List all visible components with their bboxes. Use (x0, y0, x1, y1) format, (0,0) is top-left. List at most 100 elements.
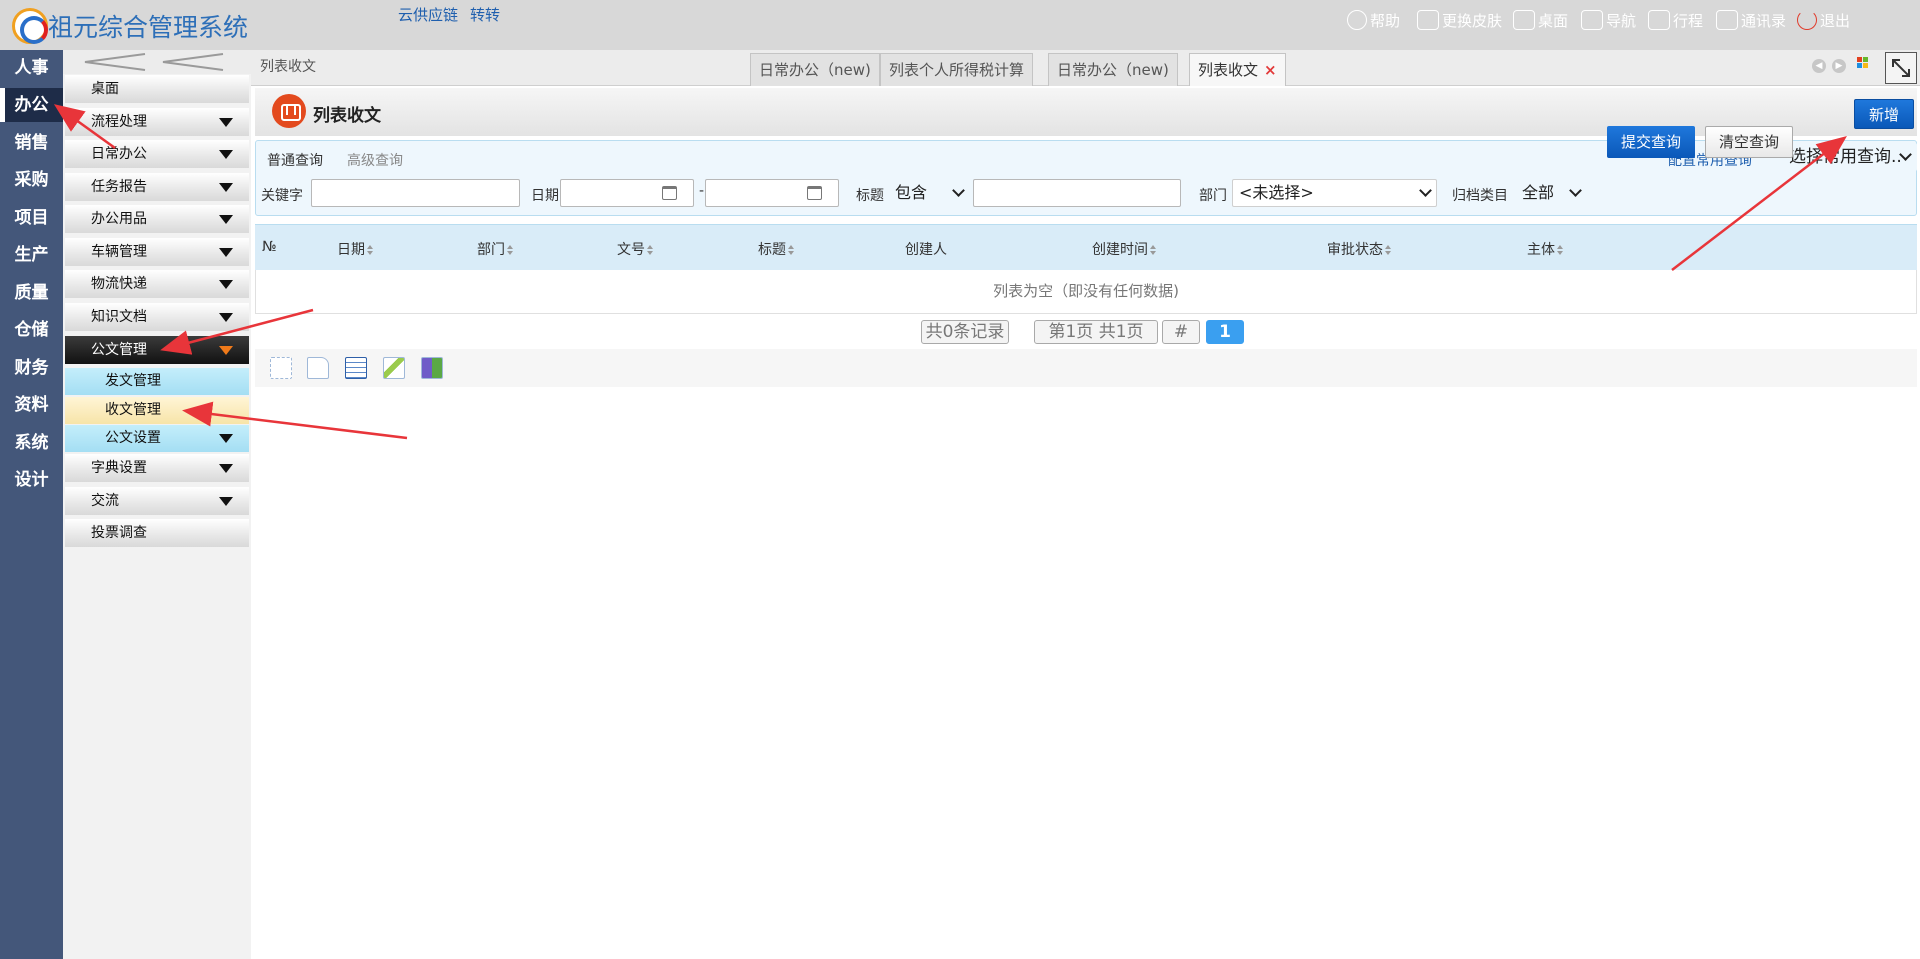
contacts-button[interactable]: 通讯录 (1716, 8, 1786, 32)
menu-vehicle[interactable]: 车辆管理 (65, 238, 249, 266)
menu-daily-office-label: 日常办公 (91, 146, 147, 162)
tab-daily-office-2-label: 日常办公（new) (1057, 61, 1169, 79)
column-department[interactable]: 部门 (477, 239, 513, 259)
tab-next-icon[interactable]: ▶ (1832, 59, 1846, 73)
tab-bar: 列表收文 日常办公（new) 列表个人所得税计算 日常办公（new) 列表收文 ×… (251, 50, 1920, 86)
menu-vote-survey[interactable]: 投票调查 (65, 519, 249, 547)
common-query-select[interactable]: 选择常用查询.. (1782, 143, 1917, 171)
tab-advanced-query[interactable]: 高级查询 (347, 150, 403, 170)
menu-desktop[interactable]: 桌面 (65, 75, 249, 103)
module-purchase[interactable]: 采购 (0, 163, 63, 197)
column-title[interactable]: 标题 (758, 239, 794, 259)
submenu-incoming-docs[interactable]: 收文管理 (65, 397, 249, 424)
module-data[interactable]: 资料 (0, 388, 63, 422)
column-date[interactable]: 日期 (337, 239, 373, 259)
column-entity[interactable]: 主体 (1527, 239, 1563, 259)
department-select[interactable]: <未选择> (1232, 179, 1437, 207)
date-to-input[interactable] (705, 179, 839, 207)
tab-daily-office-2[interactable]: 日常办公（new) (1048, 53, 1178, 86)
pager-current-page[interactable]: 1 (1206, 320, 1244, 344)
link-zhuanzhuan[interactable]: 转转 (470, 4, 500, 25)
date-separator: - (699, 183, 705, 199)
app-logo (12, 8, 48, 44)
menu-task-report[interactable]: 任务报告 (65, 173, 249, 201)
column-approval-status[interactable]: 审批状态 (1327, 239, 1391, 259)
module-warehouse[interactable]: 仓储 (0, 313, 63, 347)
tab-incoming-list[interactable]: 列表收文 × (1189, 53, 1286, 86)
desktop-button[interactable]: 桌面 (1513, 8, 1568, 32)
submenu-document-settings[interactable]: 公文设置 (65, 425, 249, 452)
add-button[interactable]: 新增 (1854, 99, 1914, 129)
module-quality[interactable]: 质量 (0, 276, 63, 310)
title-label: 标题 (856, 188, 884, 204)
menu-communication[interactable]: 交流 (65, 487, 249, 515)
chevron-down-icon (1569, 184, 1582, 197)
archive-category-value: 全部 (1522, 183, 1555, 202)
archive-category-label: 归档类目 (1452, 188, 1508, 204)
menu-office-supplies-label: 办公用品 (91, 211, 147, 227)
pager-jump-button[interactable]: # (1162, 320, 1200, 344)
logout-label: 退出 (1820, 11, 1851, 30)
menu-desktop-label: 桌面 (91, 81, 119, 97)
breadcrumb: 列表收文 (260, 59, 316, 75)
tab-prev-icon[interactable]: ◀ (1812, 59, 1826, 73)
keyword-input[interactable] (311, 179, 520, 207)
navigation-button[interactable]: 导航 (1581, 8, 1636, 32)
menu-daily-office[interactable]: 日常办公 (65, 140, 249, 168)
menu-knowledge[interactable]: 知识文档 (65, 303, 249, 331)
help-button[interactable]: 帮助 (1347, 8, 1400, 32)
chevron-down-icon (1419, 184, 1432, 197)
module-office[interactable]: 办公 (0, 88, 63, 122)
submenu-outgoing-docs[interactable]: 发文管理 (65, 368, 249, 395)
archive-category-select[interactable]: 全部 (1515, 179, 1587, 207)
tab-daily-office-1-label: 日常办公（new) (759, 61, 871, 79)
table-grid-icon[interactable] (345, 357, 367, 379)
link-cloud-supply-chain[interactable]: 云供应链 (398, 4, 458, 25)
change-skin-button[interactable]: 更换皮肤 (1417, 8, 1502, 32)
app-title: 祖元综合管理系统 (48, 13, 249, 42)
menu-office-supplies[interactable]: 办公用品 (65, 205, 249, 233)
module-finance[interactable]: 财务 (0, 351, 63, 385)
module-sales[interactable]: 销售 (0, 126, 63, 160)
title-operator-select[interactable]: 包含 (888, 179, 970, 207)
skin-icon (1417, 10, 1439, 30)
tab-income-tax-label: 列表个人所得税计算 (889, 61, 1025, 79)
menu-logistics[interactable]: 物流快递 (65, 270, 249, 298)
edit-pencil-icon[interactable] (383, 357, 405, 379)
submit-query-button[interactable]: 提交查询 (1607, 126, 1695, 158)
column-created-time[interactable]: 创建时间 (1092, 239, 1156, 259)
menu-dictionary[interactable]: 字典设置 (65, 454, 249, 482)
submenu-incoming-docs-label: 收文管理 (105, 402, 161, 418)
module-project[interactable]: 项目 (0, 201, 63, 235)
puzzle-icon[interactable] (421, 357, 443, 379)
windows-icon[interactable] (1857, 57, 1869, 69)
blank-page-icon[interactable] (307, 357, 329, 379)
menu-workflow[interactable]: 流程处理 (65, 108, 249, 136)
module-system[interactable]: 系统 (0, 426, 63, 460)
module-production[interactable]: 生产 (0, 238, 63, 272)
tab-daily-office-1[interactable]: 日常办公（new) (750, 53, 880, 86)
module-design[interactable]: 设计 (0, 463, 63, 497)
select-all-icon[interactable] (270, 357, 292, 379)
caret-down-icon (219, 215, 233, 224)
tab-income-tax[interactable]: 列表个人所得税计算 (880, 53, 1034, 86)
title-input[interactable] (973, 179, 1181, 207)
module-hr[interactable]: 人事 (0, 51, 63, 85)
column-doc-number[interactable]: 文号 (617, 239, 653, 259)
list-toolbar (255, 349, 1917, 387)
clear-query-button[interactable]: 清空查询 (1705, 126, 1793, 158)
schedule-button[interactable]: 行程 (1648, 8, 1703, 32)
close-tab-icon[interactable]: × (1264, 61, 1277, 79)
fullscreen-button[interactable] (1885, 52, 1917, 84)
menu-document-management[interactable]: 公文管理 (65, 336, 249, 364)
pager-page-info: 第1页 共1页 (1034, 320, 1158, 344)
double-chevron-left-icon (84, 53, 224, 71)
logout-button[interactable]: 退出 (1797, 8, 1850, 32)
table-header: № 日期 部门 文号 标题 创建人 创建时间 审批状态 主体 (255, 224, 1917, 270)
side-menu: 桌面 流程处理 日常办公 任务报告 办公用品 车辆管理 物流快递 知识文档 公文… (63, 50, 251, 959)
home-icon (1513, 10, 1535, 30)
tab-normal-query[interactable]: 普通查询 (267, 150, 323, 170)
tab-incoming-list-label: 列表收文 (1198, 61, 1259, 79)
date-from-input[interactable] (560, 179, 694, 207)
collapse-menu-button[interactable] (63, 50, 251, 74)
